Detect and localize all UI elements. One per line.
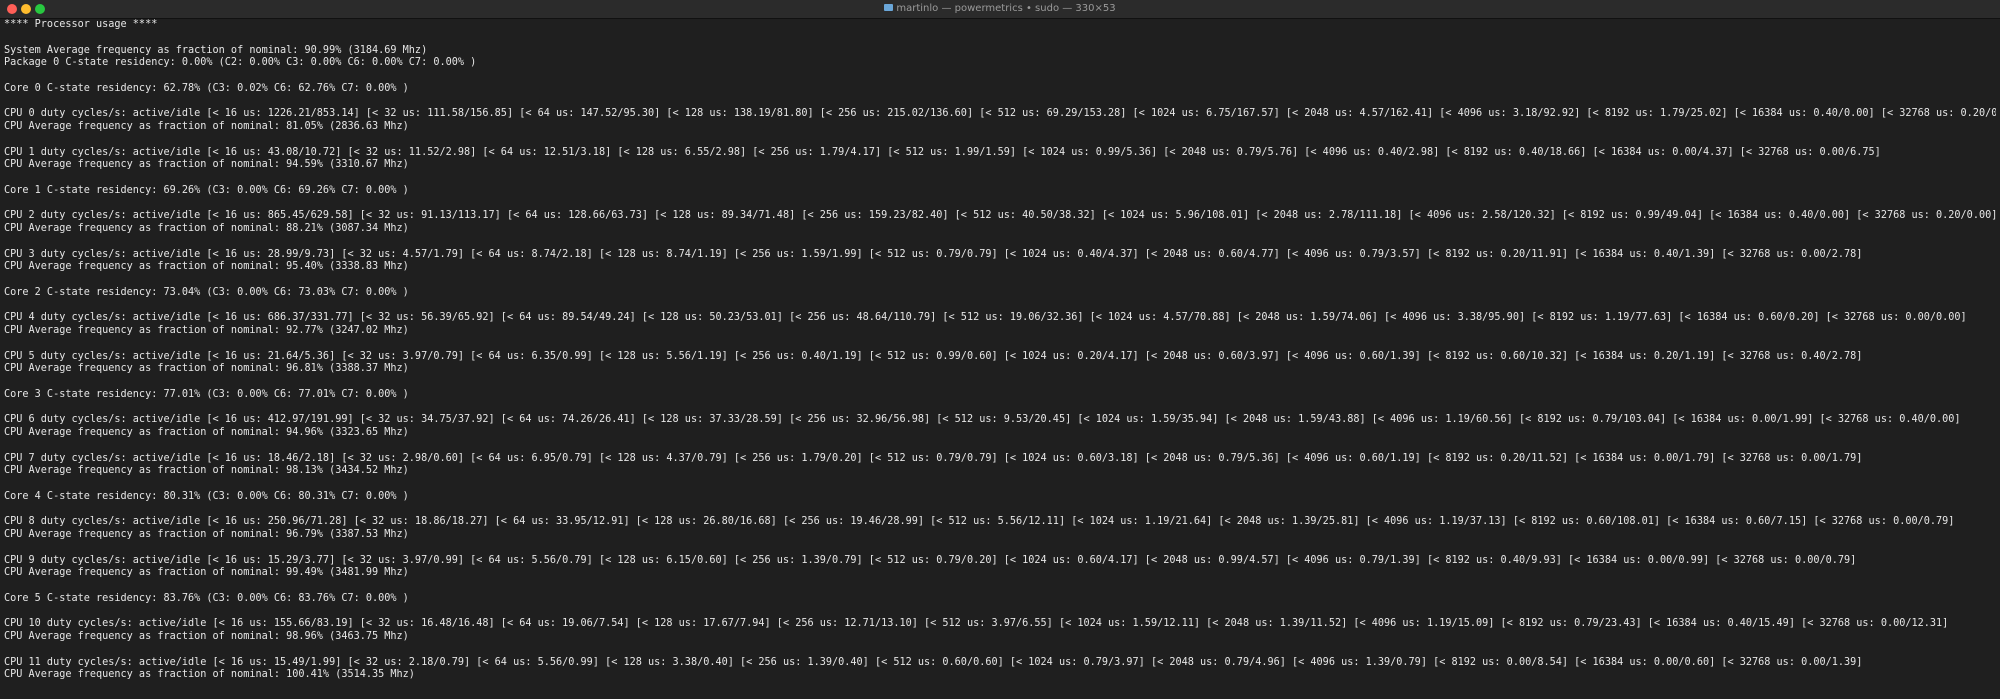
terminal-line: CPU 8 duty cycles/s: active/idle [< 16 u… xyxy=(4,516,1955,528)
terminal-line: **** Processor usage **** xyxy=(4,19,158,30)
terminal-line: CPU Average frequency as fraction of nom… xyxy=(4,631,409,642)
terminal-line: CPU Average frequency as fraction of nom… xyxy=(4,363,409,375)
terminal-line: Core 1 C-state residency: 69.26% (C3: 0.… xyxy=(4,184,409,196)
terminal-line: Package 0 C-state residency: 0.00% (C2: … xyxy=(4,57,477,69)
terminal-line: CPU Average frequency as fraction of nom… xyxy=(4,427,409,438)
terminal-line: Core 4 C-state residency: 80.31% (C3: 0.… xyxy=(4,490,409,502)
terminal-line: Core 3 C-state residency: 77.01% (C3: 0.… xyxy=(4,388,409,400)
terminal-line: CPU Average frequency as fraction of nom… xyxy=(4,325,409,336)
terminal-line: CPU Average frequency as fraction of nom… xyxy=(4,529,409,540)
terminal-line: CPU 0 duty cycles/s: active/idle [< 16 u… xyxy=(4,108,1996,120)
terminal-line: CPU 2 duty cycles/s: active/idle [< 16 u… xyxy=(4,210,1996,222)
folder-icon xyxy=(884,4,894,11)
terminal-line: Core 0 C-state residency: 62.78% (C3: 0.… xyxy=(4,82,409,94)
terminal-line: CPU Average frequency as fraction of nom… xyxy=(4,121,409,132)
terminal-line: CPU 5 duty cycles/s: active/idle [< 16 u… xyxy=(4,350,1863,362)
terminal-line: CPU Average frequency as fraction of nom… xyxy=(4,261,409,273)
terminal-window: martinlo — powermetrics • sudo — 330×53 … xyxy=(0,0,2000,699)
terminal-line: CPU Average frequency as fraction of nom… xyxy=(4,669,415,681)
terminal-line: CPU 3 duty cycles/s: active/idle [< 16 u… xyxy=(4,248,1863,260)
terminal-line: CPU Average frequency as fraction of nom… xyxy=(4,465,409,477)
terminal-output[interactable]: **** Processor usage **** System Average … xyxy=(4,18,1996,697)
terminal-line: CPU 11 duty cycles/s: active/idle [< 16 … xyxy=(4,656,1863,668)
terminal-line: CPU 10 duty cycles/s: active/idle [< 16 … xyxy=(4,618,1949,630)
terminal-line: CPU Average frequency as fraction of nom… xyxy=(4,567,409,579)
terminal-line: CPU Average frequency as fraction of nom… xyxy=(4,159,409,171)
terminal-line: CPU 7 duty cycles/s: active/idle [< 16 u… xyxy=(4,452,1863,464)
terminal-line: Core 2 C-state residency: 73.04% (C3: 0.… xyxy=(4,286,409,298)
title-bar[interactable]: martinlo — powermetrics • sudo — 330×53 xyxy=(0,0,2000,19)
terminal-line: CPU 6 duty cycles/s: active/idle [< 16 u… xyxy=(4,414,1961,426)
terminal-line: CPU 1 duty cycles/s: active/idle [< 16 u… xyxy=(4,146,1881,158)
terminal-line: System Average frequency as fraction of … xyxy=(4,44,428,56)
window-title: martinlo — powermetrics • sudo — 330×53 xyxy=(896,3,1116,14)
terminal-line: CPU 9 duty cycles/s: active/idle [< 16 u… xyxy=(4,554,1857,566)
window-title-container: martinlo — powermetrics • sudo — 330×53 xyxy=(0,2,2000,16)
terminal-line: CPU Average frequency as fraction of nom… xyxy=(4,223,409,234)
terminal-line: CPU 4 duty cycles/s: active/idle [< 16 u… xyxy=(4,312,1967,324)
terminal-line: Core 5 C-state residency: 83.76% (C3: 0.… xyxy=(4,592,409,604)
